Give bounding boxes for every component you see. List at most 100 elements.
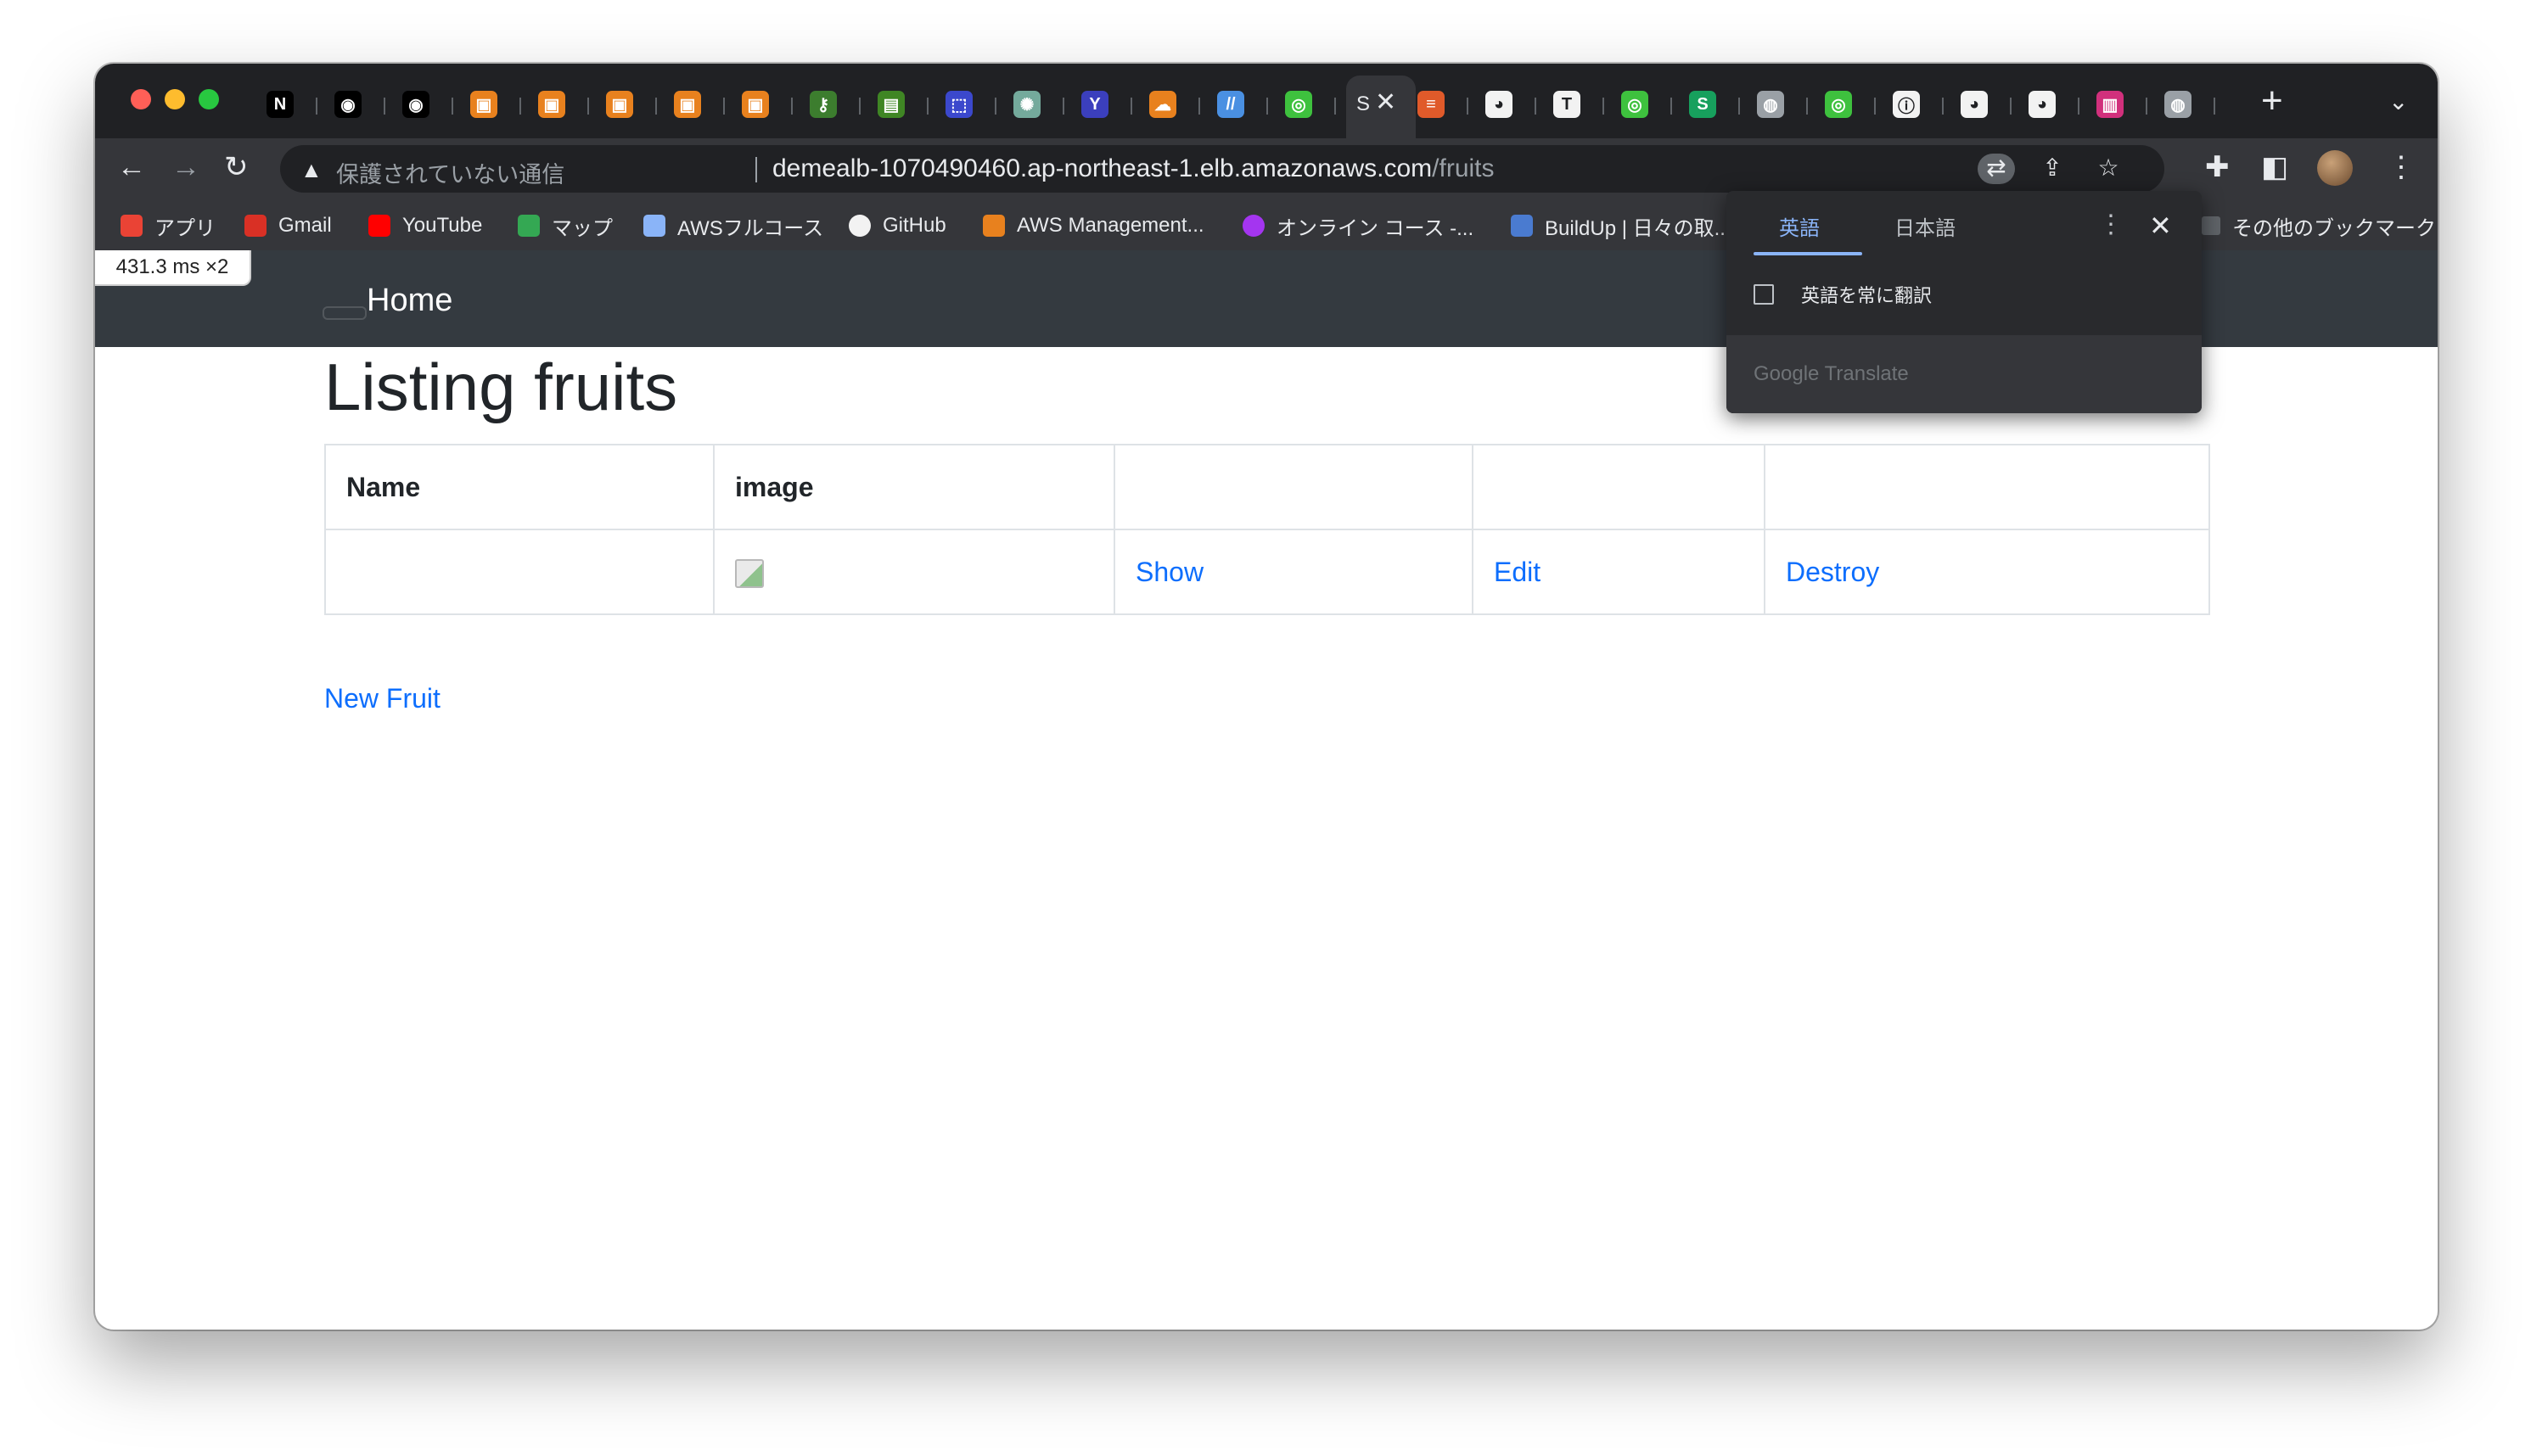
profile-avatar[interactable]	[2317, 150, 2353, 186]
tab-separator	[1874, 98, 1876, 115]
notion-icon[interactable]: N	[267, 91, 294, 118]
active-tab-favicon: S	[1356, 92, 1371, 115]
bookmark-item[interactable]: YouTube	[368, 211, 482, 240]
chrome-icon[interactable]: ◕	[1961, 91, 1988, 118]
maximize-window-button[interactable]	[199, 89, 219, 109]
aws-course-icon	[643, 215, 665, 237]
always-translate-label[interactable]: 英語を常に翻訳	[1801, 281, 1932, 308]
aws-icon[interactable]: ▣	[538, 91, 565, 118]
extensions-puzzle-icon[interactable]: ✚	[2205, 150, 2230, 184]
back-arrow-icon[interactable]: ←	[117, 150, 146, 184]
show-link[interactable]: Show	[1136, 557, 1204, 587]
bookmark-item[interactable]: GitHub	[849, 211, 946, 240]
folder-icon	[2202, 216, 2220, 235]
aws-icon[interactable]: ▣	[742, 91, 769, 118]
column-header-destroy	[1764, 444, 2210, 530]
bookmark-label: BuildUp | 日々の取...	[1545, 216, 1731, 240]
bookmark-label: YouTube	[402, 214, 483, 237]
tab-separator	[2214, 98, 2215, 115]
aws-service-icon[interactable]: ▤	[878, 91, 905, 118]
forward-arrow-icon[interactable]: →	[171, 150, 200, 184]
tab-separator	[2010, 98, 2012, 115]
more-options-icon[interactable]: ⋮	[2098, 210, 2124, 239]
address-bar[interactable]: ▲ 保護されていない通信 demealb-1070490460.ap-north…	[280, 145, 2164, 193]
bookmark-item[interactable]: AWSフルコース	[643, 211, 823, 240]
other-bookmarks[interactable]: その他のブックマーク	[2202, 211, 2436, 240]
url-text[interactable]: demealb-1070490460.ap-northeast-1.elb.am…	[772, 154, 1495, 183]
column-header-show	[1114, 444, 1473, 530]
chrome-icon[interactable]: ◕	[1485, 91, 1512, 118]
translate-tab-target[interactable]: 日本語	[1894, 211, 1956, 241]
share-icon[interactable]: ⇪	[2034, 154, 2071, 184]
green-circle-icon[interactable]: ◎	[1285, 91, 1312, 118]
globe-icon[interactable]: ◍	[1757, 91, 1784, 118]
close-window-button[interactable]	[131, 89, 151, 109]
cloud-icon[interactable]: ☁	[1149, 91, 1176, 118]
typora-icon[interactable]: T	[1553, 91, 1580, 118]
tab-separator	[587, 98, 589, 115]
destroy-link[interactable]: Destroy	[1786, 557, 1879, 587]
bookmark-label: AWSフルコース	[677, 216, 824, 240]
google-translate-label: Google Translate	[1754, 362, 1909, 385]
minimize-window-button[interactable]	[165, 89, 185, 109]
github-icon[interactable]: ◉	[402, 91, 429, 118]
bookmark-item[interactable]: マップ	[518, 211, 613, 240]
info-icon[interactable]: ⓘ	[1893, 91, 1920, 118]
github-icon[interactable]: ◉	[334, 91, 362, 118]
new-tab-button[interactable]: +	[2261, 82, 2283, 120]
destroy-cell: Destroy	[1764, 529, 2210, 615]
tab-separator	[1670, 98, 1672, 115]
other-bookmarks-label: その他のブックマーク	[2232, 216, 2436, 240]
close-tab-icon[interactable]: ✕	[1375, 87, 1396, 117]
warning-triangle-icon[interactable]: ▲	[300, 157, 323, 183]
aws-icon[interactable]: ▣	[674, 91, 701, 118]
green-circle-icon[interactable]: ◎	[1825, 91, 1852, 118]
edit-link[interactable]: Edit	[1494, 557, 1540, 587]
always-translate-checkbox[interactable]	[1754, 284, 1774, 305]
aws-service-icon[interactable]: ⬚	[946, 91, 973, 118]
new-fruit-link[interactable]: New Fruit	[324, 683, 441, 714]
buildup-icon	[1511, 215, 1533, 237]
security-status-label[interactable]: 保護されていない通信	[336, 156, 564, 189]
github-icon	[849, 215, 871, 237]
slash-icon[interactable]: //	[1217, 91, 1244, 118]
side-panel-icon[interactable]: ◧	[2261, 150, 2288, 184]
bookmark-item[interactable]: AWS Management...	[983, 211, 1204, 240]
column-header-edit	[1472, 444, 1765, 530]
translate-page-icon[interactable]: ⇄	[1978, 154, 2015, 184]
table-header-row: Name image	[324, 444, 2210, 530]
close-icon[interactable]: ✕	[2149, 210, 2172, 242]
stackoverflow-icon[interactable]: ≡	[1417, 91, 1445, 118]
translate-footer: Google Translate	[1726, 335, 2202, 413]
openai-icon[interactable]: ✺	[1013, 91, 1041, 118]
tab-separator	[384, 98, 385, 115]
bookmark-item[interactable]: BuildUp | 日々の取...	[1511, 211, 1731, 240]
maps-icon	[518, 215, 540, 237]
tab-search-chevron-icon[interactable]: ⌄	[2388, 87, 2408, 115]
navbar-toggler[interactable]	[323, 306, 367, 320]
bookmark-label: マップ	[552, 216, 613, 240]
nav-home-link[interactable]: Home	[367, 283, 452, 319]
browser-menu-icon[interactable]: ⋮	[2387, 150, 2416, 184]
tab-separator	[995, 98, 996, 115]
chrome-icon[interactable]: ◕	[2029, 91, 2056, 118]
yahoo-icon[interactable]: Y	[1081, 91, 1108, 118]
bookmark-item[interactable]: Gmail	[244, 211, 332, 240]
bookmark-star-icon[interactable]: ☆	[2090, 154, 2127, 184]
key-icon[interactable]: ⚷	[810, 91, 837, 118]
green-circle-icon[interactable]: ◎	[1621, 91, 1648, 118]
bookmark-label: AWS Management...	[1017, 214, 1204, 237]
aws-icon[interactable]: ▣	[470, 91, 497, 118]
bookmark-item[interactable]: オンライン コース -...	[1243, 211, 1473, 240]
globe-icon[interactable]: ◍	[2164, 91, 2191, 118]
reload-icon[interactable]: ↻	[224, 150, 249, 184]
tab-separator	[519, 98, 521, 115]
green-s-icon[interactable]: S	[1689, 91, 1716, 118]
translate-tab-source[interactable]: 英語	[1779, 211, 1820, 241]
tab-separator	[1738, 98, 1740, 115]
tab-separator	[1535, 98, 1536, 115]
tab-separator	[452, 98, 453, 115]
bookmark-item[interactable]: アプリ	[121, 211, 216, 240]
trello-icon[interactable]: ▥	[2096, 91, 2124, 118]
aws-icon[interactable]: ▣	[606, 91, 633, 118]
